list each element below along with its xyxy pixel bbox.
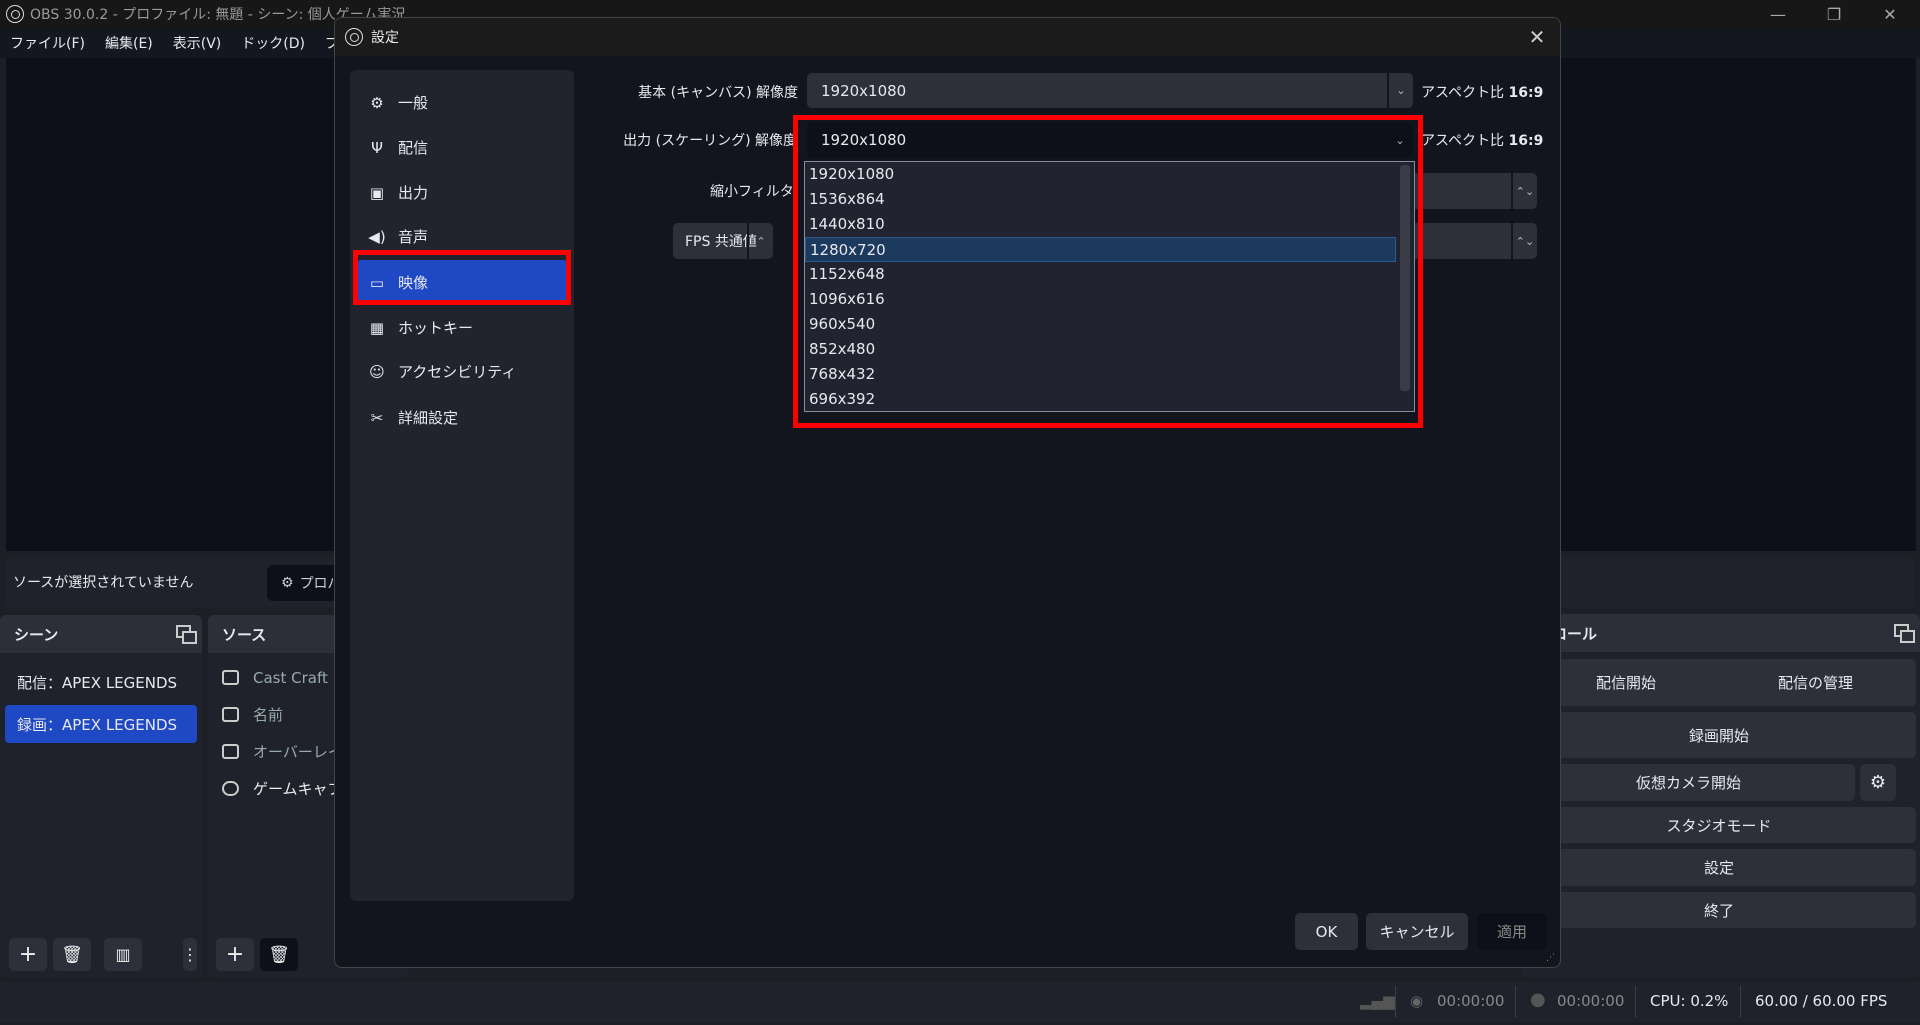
- gamepad-icon: [222, 781, 239, 796]
- nav-hotkeys[interactable]: ▦ ホットキー: [356, 305, 568, 350]
- menu-edit[interactable]: 編集(E): [95, 33, 163, 53]
- camera-icon: [222, 670, 239, 685]
- gear-icon: ⚙: [370, 93, 384, 112]
- tools-icon: ✂: [370, 408, 384, 427]
- start-virtual-camera-button[interactable]: 仮想カメラ開始: [1522, 764, 1855, 801]
- gear-icon[interactable]: ⚙: [1860, 764, 1896, 801]
- record-time: 00:00:00: [1557, 992, 1625, 1010]
- record-icon: ●: [1530, 989, 1546, 1010]
- minimize-button[interactable]: —: [1750, 0, 1806, 28]
- scenes-dock: シーン 配信：APEX LEGENDS 録画：APEX LEGENDS + 🗑 …: [0, 615, 202, 977]
- cpu-usage: CPU: 0.2%: [1650, 992, 1729, 1010]
- sources-title: ソース: [222, 625, 267, 644]
- chevron-down-icon: ⌄: [1387, 73, 1413, 108]
- undock-icon[interactable]: [176, 625, 197, 644]
- signal-icon: ▂▄▆: [1360, 992, 1395, 1010]
- cancel-button[interactable]: キャンセル: [1366, 913, 1468, 950]
- antenna-icon: Ψ: [371, 138, 383, 157]
- obs-logo-icon: [6, 5, 24, 23]
- output-aspect-ratio: アスペクト比 16:9: [1421, 133, 1544, 149]
- scene-item-selected[interactable]: 録画：APEX LEGENDS: [5, 705, 197, 743]
- image-icon: [222, 744, 239, 759]
- obs-logo-icon: [345, 28, 363, 46]
- trash-icon[interactable]: 🗑: [260, 938, 298, 971]
- updown-icon: ⌃⌄: [1511, 223, 1537, 259]
- updown-icon: ⌃: [747, 223, 773, 259]
- menu-dock[interactable]: ドック(D): [231, 33, 315, 53]
- output-resolution-label: 出力 (スケーリング) 解像度: [623, 133, 797, 149]
- scenes-title: シーン: [14, 625, 59, 644]
- studio-mode-button[interactable]: スタジオモード: [1522, 807, 1916, 843]
- status-bar: ▂▄▆ ◉ 00:00:00 ● 00:00:00 CPU: 0.2% 60.0…: [0, 982, 1920, 1022]
- nav-accessibility[interactable]: ☺ アクセシビリティ: [356, 349, 568, 394]
- downscale-filter-label: 縮小フィルタ: [710, 184, 794, 200]
- exit-button[interactable]: 終了: [1522, 892, 1916, 928]
- accessibility-icon: ☺: [369, 362, 385, 381]
- settings-button[interactable]: 設定: [1522, 849, 1916, 886]
- base-aspect-ratio: アスペクト比 16:9: [1421, 85, 1544, 101]
- stream-time: 00:00:00: [1437, 992, 1505, 1010]
- base-resolution-label: 基本 (キャンバス) 解像度: [638, 85, 798, 101]
- undock-icon[interactable]: [1894, 624, 1915, 643]
- trash-icon[interactable]: 🗑: [53, 938, 91, 971]
- updown-icon: ⌃⌄: [1511, 173, 1537, 209]
- scene-item[interactable]: 配信：APEX LEGENDS: [5, 663, 197, 701]
- menu-view[interactable]: 表示(V): [163, 33, 232, 53]
- fps-readout: 60.00 / 60.00 FPS: [1755, 992, 1888, 1010]
- nav-general[interactable]: ⚙ 一般: [356, 80, 568, 125]
- speaker-icon: ◀): [368, 227, 386, 246]
- dialog-title: 設定: [371, 30, 399, 46]
- nav-output[interactable]: ▣ 出力: [356, 170, 568, 215]
- add-scene-button[interactable]: +: [9, 938, 47, 971]
- keyboard-icon: ▦: [369, 318, 385, 337]
- add-source-button[interactable]: +: [216, 938, 254, 971]
- base-resolution-combo[interactable]: 1920x1080 ⌄: [807, 73, 1413, 108]
- manage-stream-button[interactable]: 配信の管理: [1715, 659, 1916, 706]
- ok-button[interactable]: OK: [1295, 913, 1358, 950]
- settings-sidebar: ⚙ 一般 Ψ 配信 ▣ 出力 ◀) 音声 ▭ 映像 ▦ ホットキー ☺ アクセシビリティ ✂ 詳…: [350, 70, 574, 901]
- apply-button[interactable]: 適用: [1477, 913, 1547, 950]
- no-source-text: ソースが選択されていません: [13, 575, 194, 591]
- image-icon: [222, 707, 239, 722]
- more-icon[interactable]: ⋮: [182, 938, 198, 971]
- highlight-box-video-nav: [353, 250, 571, 305]
- close-button[interactable]: ✕: [1862, 0, 1918, 28]
- gear-icon: ⚙: [281, 575, 294, 591]
- resize-grip-icon[interactable]: ⋰: [1546, 953, 1556, 963]
- settings-dialog: 設定 ✕ ⚙ 一般 Ψ 配信 ▣ 出力 ◀) 音声 ▭ 映像 ▦ ホットキー ☺ アクセシビリ…: [334, 17, 1561, 968]
- stream-icon: ◉: [1410, 992, 1424, 1010]
- start-recording-button[interactable]: 録画開始: [1522, 712, 1916, 758]
- nav-advanced[interactable]: ✂ 詳細設定: [356, 395, 568, 440]
- filter-icon[interactable]: ▥: [104, 938, 142, 971]
- highlight-box-output-resolution: [793, 115, 1423, 428]
- dialog-titlebar: 設定: [335, 18, 1560, 56]
- output-icon: ▣: [369, 183, 385, 202]
- fps-type-combo[interactable]: FPS 共通値 ⌃: [673, 223, 773, 259]
- menu-file[interactable]: ファイル(F): [0, 33, 95, 53]
- restore-button[interactable]: ❐: [1806, 0, 1862, 28]
- dialog-close-button[interactable]: ✕: [1522, 22, 1552, 52]
